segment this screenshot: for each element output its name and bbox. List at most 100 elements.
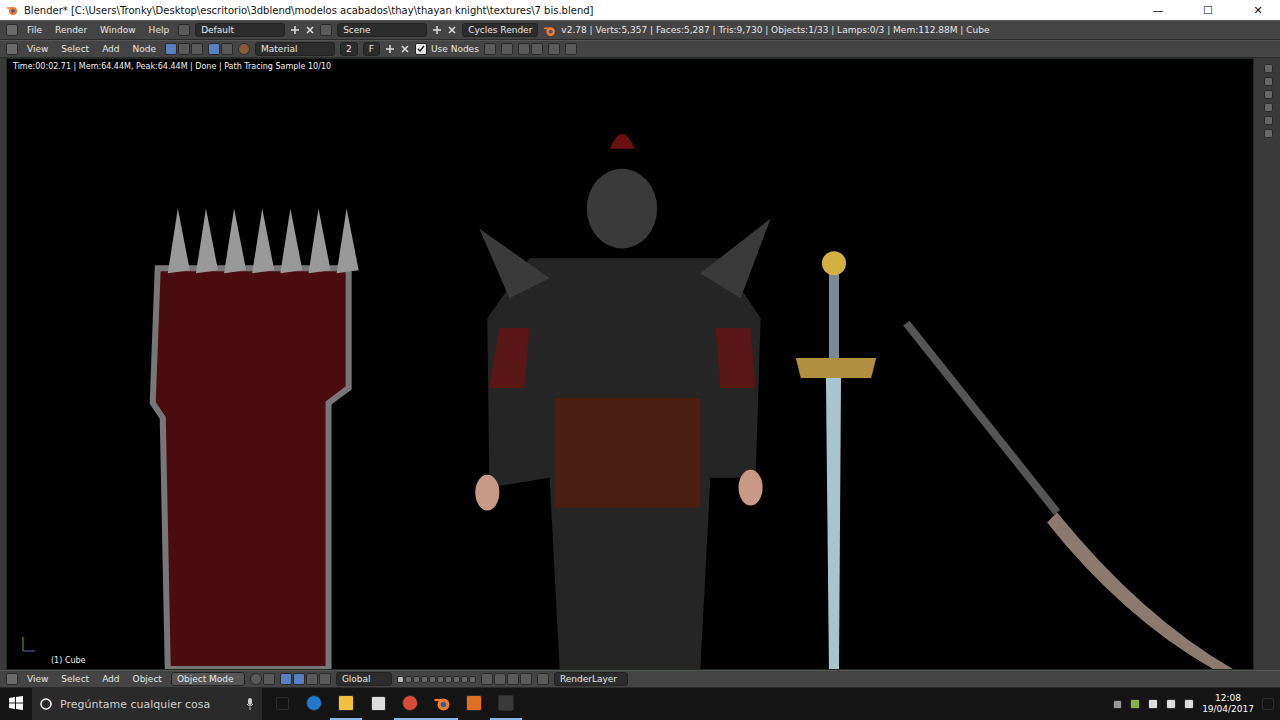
menu-item[interactable]: Node xyxy=(129,44,161,54)
render-engine-dropdown[interactable]: Cycles Render xyxy=(462,23,538,37)
blender-button[interactable] xyxy=(426,688,458,720)
blender-window: Blender* [C:\Users\Tronky\Desktop\escrit… xyxy=(0,0,1280,720)
backdrop-icon[interactable] xyxy=(501,43,513,55)
notifications-icon[interactable] xyxy=(1262,698,1274,710)
menu-item[interactable]: Render xyxy=(51,25,91,35)
explorer-button[interactable] xyxy=(330,688,362,720)
shading-icon[interactable] xyxy=(250,673,262,685)
tray-expand-icon[interactable] xyxy=(1113,700,1122,709)
window-control[interactable]: — xyxy=(1136,0,1180,20)
remove-icon[interactable] xyxy=(400,44,410,54)
snap-element-icon[interactable] xyxy=(531,43,543,55)
photos-button[interactable] xyxy=(490,688,522,720)
layout-field[interactable]: Default xyxy=(195,23,285,37)
layer-icon[interactable] xyxy=(397,676,404,683)
remove-icon[interactable] xyxy=(305,25,315,35)
layout-icon[interactable] xyxy=(178,24,190,36)
layer-icon[interactable] xyxy=(469,676,476,683)
layer-icon[interactable] xyxy=(453,676,460,683)
proportional-icon[interactable] xyxy=(494,673,506,685)
snap-icon[interactable] xyxy=(518,43,530,55)
task-view-button[interactable] xyxy=(266,688,298,720)
copy-icon[interactable] xyxy=(548,43,560,55)
media-player-button[interactable] xyxy=(458,688,490,720)
start-button[interactable] xyxy=(0,688,32,720)
menu-item[interactable]: Object xyxy=(129,674,166,684)
add-icon[interactable] xyxy=(290,25,300,35)
translate-icon[interactable] xyxy=(293,673,305,685)
menu-item[interactable]: Select xyxy=(57,674,93,684)
store-icon xyxy=(371,696,386,711)
window-control[interactable]: ☐ xyxy=(1186,0,1230,20)
add-icon[interactable] xyxy=(385,44,395,54)
menu-item[interactable]: View xyxy=(23,44,52,54)
fake-user-button[interactable]: F xyxy=(363,42,380,56)
layer-icon[interactable] xyxy=(421,676,428,683)
menu-item[interactable]: Add xyxy=(98,674,123,684)
compositing-icon[interactable] xyxy=(191,43,203,55)
edge-button[interactable] xyxy=(298,688,330,720)
material-users[interactable]: 2 xyxy=(340,42,358,56)
layer-icon[interactable] xyxy=(437,676,444,683)
layer-icon[interactable] xyxy=(405,676,412,683)
snap-icon[interactable] xyxy=(507,673,519,685)
tray-app-icon[interactable] xyxy=(1130,699,1140,709)
menu-item[interactable]: Add xyxy=(98,44,123,54)
rotate-icon[interactable] xyxy=(306,673,318,685)
side-tab-icon[interactable] xyxy=(1264,103,1273,112)
world-icon[interactable] xyxy=(221,43,233,55)
editor-type-icon[interactable] xyxy=(6,43,18,55)
remove-icon[interactable] xyxy=(447,25,457,35)
use-nodes-checkbox[interactable]: Use Nodes xyxy=(415,43,479,55)
pivot-icon[interactable] xyxy=(263,673,275,685)
lock-icon[interactable] xyxy=(481,673,493,685)
menu-item[interactable]: View xyxy=(23,674,52,684)
menu-item[interactable]: Window xyxy=(96,25,140,35)
scene-icon[interactable] xyxy=(320,24,332,36)
checkbox-box[interactable] xyxy=(415,43,427,55)
scale-icon[interactable] xyxy=(319,673,331,685)
editor-type-icon[interactable] xyxy=(6,673,18,685)
search-box[interactable]: Pregúntame cualquier cosa xyxy=(32,688,262,720)
battery-icon[interactable] xyxy=(1166,699,1176,709)
object-icon[interactable] xyxy=(208,43,220,55)
editor-type-icon[interactable] xyxy=(6,24,18,36)
side-tab-icon[interactable] xyxy=(1264,90,1273,99)
render-layer-field[interactable]: RenderLayer xyxy=(554,672,628,686)
texture-icon[interactable] xyxy=(178,43,190,55)
menu-item[interactable]: Help xyxy=(145,25,174,35)
orientation-dropdown[interactable]: Global xyxy=(336,672,392,686)
material-field[interactable]: Material xyxy=(255,42,335,56)
volume-icon[interactable] xyxy=(1184,699,1194,709)
side-tab-icon[interactable] xyxy=(1264,116,1273,125)
snap-element-icon[interactable] xyxy=(520,673,532,685)
mode-dropdown[interactable]: Object Mode xyxy=(171,672,245,686)
layer-icon[interactable] xyxy=(413,676,420,683)
search-placeholder: Pregúntame cualquier cosa xyxy=(60,698,238,711)
media-player-icon xyxy=(466,695,482,711)
pin-icon[interactable] xyxy=(484,43,496,55)
network-icon[interactable] xyxy=(1148,699,1158,709)
menu-item[interactable]: Select xyxy=(57,44,93,54)
clock[interactable]: 12:0819/04/2017 xyxy=(1202,693,1254,716)
add-icon[interactable] xyxy=(432,25,442,35)
material-sphere-icon[interactable] xyxy=(238,43,250,55)
shader-icon[interactable] xyxy=(165,43,177,55)
scene-field[interactable]: Scene xyxy=(337,23,427,37)
manipulator-icon[interactable] xyxy=(280,673,292,685)
shader-type-group xyxy=(165,43,203,55)
render-icon[interactable] xyxy=(537,673,549,685)
layer-icon[interactable] xyxy=(445,676,452,683)
store-button[interactable] xyxy=(362,688,394,720)
microphone-icon[interactable] xyxy=(246,698,254,710)
menu-item[interactable]: File xyxy=(23,25,46,35)
paste-icon[interactable] xyxy=(565,43,577,55)
window-control[interactable]: ✕ xyxy=(1236,0,1280,20)
chrome-button[interactable] xyxy=(394,688,426,720)
viewport-3d[interactable]: Time:00:02.71 | Mem:64.44M, Peak:64.44M … xyxy=(6,58,1254,670)
side-tab-icon[interactable] xyxy=(1264,77,1273,86)
side-tab-icon[interactable] xyxy=(1264,129,1273,138)
layer-icon[interactable] xyxy=(461,676,468,683)
side-tab-icon[interactable] xyxy=(1264,64,1273,73)
layer-icon[interactable] xyxy=(429,676,436,683)
